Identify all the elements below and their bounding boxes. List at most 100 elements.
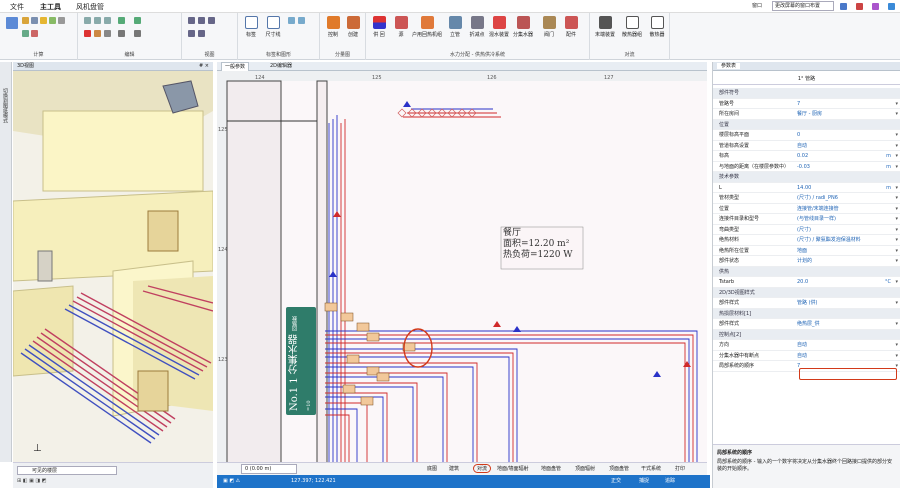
property-row[interactable]: 部件样式 绝热层_供 ▾ [713, 319, 900, 330]
zoom-in-icon[interactable] [188, 17, 195, 24]
visible-floor-dropdown[interactable]: 可见的楼层 [17, 466, 117, 475]
zoom-window-icon[interactable] [198, 30, 205, 37]
info-icon[interactable] [888, 3, 895, 10]
property-value[interactable]: 地面 [797, 246, 807, 257]
label-button[interactable]: 标签 [240, 16, 262, 48]
text-icon[interactable] [134, 30, 141, 37]
mixer-button[interactable]: 混水装置 [488, 16, 510, 48]
chevron-down-icon[interactable]: ▾ [895, 340, 898, 351]
reduction-button[interactable]: 折减点 [466, 16, 488, 48]
tab-ceiling-coil[interactable]: 顶面盘管 [609, 465, 629, 472]
table-icon[interactable] [40, 17, 47, 24]
manifold-label[interactable]: No.1 1 分集水器 回路数=10 [288, 311, 314, 411]
property-row[interactable]: 部件状态 计划的 ▾ [713, 256, 900, 267]
view3d-pin-close[interactable]: # × [199, 62, 209, 71]
control-button[interactable]: 控制 [322, 16, 344, 48]
menu-window[interactable]: 窗口 [752, 2, 762, 9]
window-icon[interactable] [840, 3, 847, 10]
property-value[interactable]: 20.0 [797, 277, 808, 288]
tab-ceiling-radiant[interactable]: 顶面辐射 [575, 465, 595, 472]
ortho-toggle[interactable]: 正交 [611, 475, 621, 488]
check-icon[interactable] [49, 17, 56, 24]
view3d-canvas[interactable]: ⊥ [13, 71, 213, 462]
chevron-down-icon[interactable]: ▾ [895, 141, 898, 152]
property-category[interactable]: 控制点[2] [713, 329, 900, 340]
layout-dropdown[interactable]: 更改屏幕的窗口布置 [772, 1, 834, 11]
chevron-down-icon[interactable]: ▾ [895, 99, 898, 110]
property-row[interactable]: 连接件目录和型号 (与管线目录一样) ▾ [713, 214, 900, 225]
chevron-down-icon[interactable]: ▾ [895, 277, 898, 288]
property-row[interactable]: 管路号 7 ▾ [713, 99, 900, 110]
tab-base[interactable]: 底图 [427, 465, 437, 472]
property-row[interactable]: 位置 连接管/末端连接管 ▾ [713, 204, 900, 215]
create-button[interactable]: 创建 [342, 16, 364, 48]
chevron-down-icon[interactable]: ▾ [895, 235, 898, 246]
save-icon[interactable] [31, 17, 38, 24]
property-row[interactable]: 绝热所在位置 地面 ▾ [713, 246, 900, 257]
help-icon[interactable] [856, 3, 863, 10]
drawing-mode-toggle[interactable]: 切换到图纸模式 [2, 88, 9, 123]
warning-icon[interactable] [31, 30, 38, 37]
property-value[interactable]: 自动 [797, 340, 807, 351]
dimension-button[interactable]: 尺寸线 [262, 16, 284, 48]
property-value[interactable]: 连接管/末端连接管 [797, 204, 839, 215]
property-value[interactable]: 餐厅 - 厨房 [797, 109, 822, 120]
snap-toggle[interactable]: 捕捉 [639, 475, 649, 488]
property-value[interactable]: 0.02 [797, 151, 808, 162]
menu-file[interactable]: 文件 [10, 2, 24, 12]
tab-print[interactable]: 打印 [675, 465, 685, 472]
chevron-down-icon[interactable]: ▾ [895, 246, 898, 257]
calc-icon[interactable] [6, 17, 18, 29]
track-toggle[interactable]: 追踪 [665, 475, 675, 488]
property-row[interactable]: 方向 自动 ▾ [713, 340, 900, 351]
zoom-out-icon[interactable] [198, 17, 205, 24]
property-row[interactable]: 弯曲类型 (尺寸) ▾ [713, 225, 900, 236]
tab-convection[interactable]: 对流 [473, 464, 492, 473]
radiator-button[interactable]: 散热器 [646, 16, 668, 48]
chevron-down-icon[interactable]: ▾ [895, 319, 898, 330]
property-value[interactable]: 0 [797, 130, 800, 141]
property-value[interactable]: 7 [797, 99, 800, 110]
source-button[interactable]: 源 [390, 16, 412, 48]
property-value[interactable]: 计划的 [797, 256, 812, 267]
rotate-icon[interactable] [104, 30, 111, 37]
note-icon[interactable] [298, 17, 305, 24]
property-value[interactable]: 自动 [797, 141, 807, 152]
property-value[interactable]: (尺寸) / radi_PN6 [797, 193, 838, 204]
chevron-down-icon[interactable]: ▾ [895, 256, 898, 267]
move-icon[interactable] [134, 17, 141, 24]
paste-icon[interactable] [94, 17, 101, 24]
align-icon[interactable] [118, 30, 125, 37]
chevron-down-icon[interactable]: ▾ [895, 214, 898, 225]
delete-icon[interactable] [84, 30, 91, 37]
cut-icon[interactable] [94, 30, 101, 37]
chevron-down-icon[interactable]: ▾ [895, 193, 898, 204]
property-row[interactable]: 分集水器中有断点 自动 ▾ [713, 351, 900, 362]
valve-button[interactable]: 阀门 [538, 16, 560, 48]
tag-icon[interactable] [288, 17, 295, 24]
property-row[interactable]: L 14.00 m ▾ [713, 183, 900, 194]
view2d-canvas[interactable]: 124 125 126 127 125 124 123 餐厅 面积=12.20 … [217, 71, 707, 474]
supply-return-button[interactable]: 供 回 [368, 16, 390, 48]
menu-main-tools[interactable]: 主工具 [40, 2, 61, 12]
property-row[interactable]: Tstarb 20.0 °C ▾ [713, 277, 900, 288]
undo-icon[interactable] [58, 17, 65, 24]
chevron-down-icon[interactable]: ▾ [895, 225, 898, 236]
property-category[interactable]: 部件符号 [713, 88, 900, 99]
settings-icon[interactable] [872, 3, 879, 10]
arrow-icon[interactable] [118, 17, 125, 24]
property-row[interactable]: 与地面的距离（在楼层参数中） -0.03 m ▾ [713, 162, 900, 173]
zoom-fit-icon[interactable] [208, 17, 215, 24]
unit-heater-button[interactable]: 户用回热机组 [412, 16, 442, 48]
property-category[interactable]: 热损层材料[1] [713, 308, 900, 319]
tab-parameters[interactable]: 参数表 [717, 63, 741, 69]
property-value[interactable]: 管路 (供) [797, 298, 818, 309]
riser-button[interactable]: 立管 [444, 16, 466, 48]
property-value[interactable]: (尺寸) [797, 225, 811, 236]
chevron-down-icon[interactable]: ▾ [895, 183, 898, 194]
chevron-down-icon[interactable]: ▾ [895, 130, 898, 141]
property-value[interactable]: 绝热层_供 [797, 319, 820, 330]
property-value[interactable]: (尺寸) / 聚氨酯发泡保温材料 [797, 235, 861, 246]
chevron-down-icon[interactable]: ▾ [895, 351, 898, 362]
chevron-down-icon[interactable]: ▾ [895, 162, 898, 173]
